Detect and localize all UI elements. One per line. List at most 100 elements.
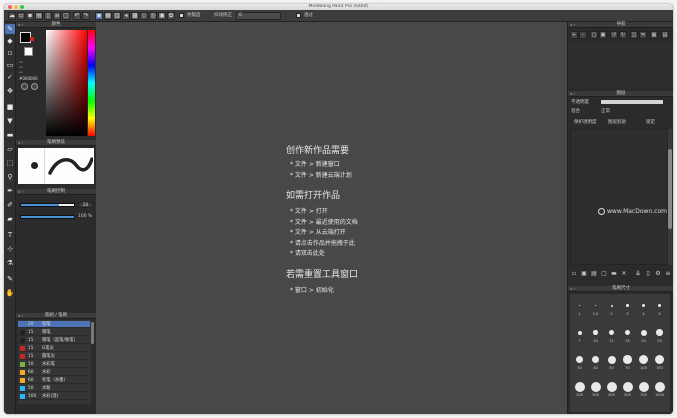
pen-tool-icon[interactable]: ✎ [5,24,15,34]
layer-settings-icon[interactable]: ⚙ [654,270,662,278]
protect-alpha-checkbox[interactable]: 保护透明度 [574,119,597,125]
brush-size-preset[interactable]: 1.5 [588,300,603,318]
divide-tool-icon[interactable]: ▰ [5,214,15,224]
redo-icon[interactable]: ↷ [82,12,90,20]
brush-size-preset[interactable]: 12 [604,327,619,345]
brush-size-preset[interactable]: 4 [636,300,651,318]
brush-list-item[interactable]: 10 水彩笔 [18,361,90,368]
welcome-item[interactable]: * 窗口 > 初始化 [286,285,334,294]
add-1bit-layer-icon[interactable]: ▤ [590,270,598,278]
merge-down-icon[interactable]: ⇊ [634,270,642,278]
brush-opacity-slider[interactable] [20,215,75,219]
perspective-icon[interactable]: ◇ [140,12,148,20]
brush-size-preset[interactable]: 300 [588,381,603,399]
duplicate-layer-icon[interactable]: ▢ [600,270,608,278]
panel-pin-icon[interactable]: ◂ ⌐ [18,313,25,319]
welcome-item[interactable]: * 文件 > 从云端打开 [286,227,346,236]
color-mode-option[interactable]: ▫▫ [19,70,28,74]
layer-opacity-slider[interactable] [601,100,663,104]
blend-mode-select[interactable]: 正常 [601,108,610,114]
brush-list-scrollbar[interactable] [91,320,94,404]
select-tool-icon[interactable]: ▭ [5,60,15,70]
brush-size-preset[interactable]: 2 [604,300,619,318]
actual-size-icon[interactable]: ▣ [599,31,607,39]
ruler-icon[interactable]: ▥ [113,12,121,20]
panel-pin-icon[interactable]: ◂ ⌐ [570,286,577,292]
brush-list-item[interactable]: 15 G笔尖 [18,345,90,352]
color-mode-option[interactable]: ▫▫ [19,60,28,64]
welcome-item[interactable]: * 文件 > 最近使用的文档 [286,217,358,226]
stabilizer-select[interactable]: 0 [236,12,281,20]
eraser-tool-icon[interactable]: ◆ [5,36,15,46]
zoom-out-icon[interactable]: - [579,31,587,39]
brush-size-preset[interactable]: 400 [604,381,619,399]
dot-tool-icon[interactable]: ▫ [5,48,15,58]
antialias-checkbox[interactable] [179,13,184,18]
brush-list-item[interactable]: 20 铅笔 [18,321,90,328]
brush-list-item[interactable]: 100 水彩(湿) [18,393,90,400]
reset-rotation-icon[interactable]: ◫ [630,31,638,39]
layer-move-up-icon[interactable]: ▯ [644,270,652,278]
ruler-tool-icon[interactable]: ✎ [5,274,15,284]
brush-size-value[interactable]: 20 [78,202,93,208]
add-layer-icon[interactable]: ▫ [570,270,578,278]
brush-list-item[interactable]: 15 钢笔 [18,329,90,336]
rotate-right-icon[interactable]: ↻ [619,31,627,39]
checkmark-tool-icon[interactable]: ✓ [5,72,15,82]
cloud-save-icon[interactable]: ▢ [62,12,70,20]
brush-size-preset[interactable]: 500 [620,381,635,399]
brush-size-preset[interactable]: 100 [636,354,651,372]
snap-grid-icon[interactable]: ▩ [131,12,139,20]
zoom-in-icon[interactable]: + [570,31,578,39]
background-color-swatch[interactable] [24,47,33,56]
snap-left-icon[interactable]: ◂ [122,12,130,20]
rotate-left-icon[interactable]: ↺ [610,31,618,39]
panel-pin-icon[interactable]: ◂ ⌐ [18,189,25,195]
file-icon[interactable]: ▯ [44,12,52,20]
lock-checkbox[interactable]: 锁定 [646,119,655,125]
cloud-icon[interactable]: ☁ [8,12,16,20]
brush-mode-icon[interactable]: ▪ [95,12,103,20]
panel-pin-icon[interactable]: ◂ ⌐ [570,91,577,97]
save-icon[interactable]: ▤ [35,12,43,20]
layer-folder-icon[interactable]: ▬ [610,270,618,278]
gradient-tool-icon[interactable]: ▬ [5,130,15,140]
layer-menu-icon[interactable]: ≡ [664,270,672,278]
panel-pin-icon[interactable]: ◂ ⌐ [18,140,25,146]
add-halftone-layer-icon[interactable]: ▣ [580,270,588,278]
scrollbar-thumb[interactable] [91,322,94,344]
welcome-item[interactable]: * 文件 > 新建云端计划 [286,170,352,179]
brush-size-preset[interactable]: 40 [588,354,603,372]
chat-icon[interactable]: ▪ [26,12,34,20]
magic-wand-tool-icon[interactable]: ⚲ [5,172,15,182]
fit-icon[interactable]: ▢ [590,31,598,39]
welcome-item[interactable]: * 请点击作品并拖拽于此 [286,238,355,247]
text-tool-icon[interactable]: T [5,230,15,240]
layers-icon[interactable]: ≡ [53,12,61,20]
selection-tool-icon[interactable]: ⬚ [5,158,15,168]
brush-size-preset[interactable]: 150 [652,354,667,372]
transparency-checkbox[interactable] [296,13,301,18]
brush-size-preset[interactable]: 3 [620,300,635,318]
welcome-item[interactable]: * 文件 > 打开 [286,206,328,215]
brush-size-preset[interactable]: 20 [636,327,651,345]
snap-options-icon[interactable]: ▣ [158,12,166,20]
brush-list-item[interactable]: 15 圆笔尖 [18,353,90,360]
brush-size-slider[interactable] [20,203,75,207]
operation-tool-icon[interactable]: ⊹ [5,244,15,254]
canvas-area[interactable]: 创作新作品需要 * 文件 > 新建窗口 * 文件 > 新建云端计划 如需打开作品… [96,22,567,414]
eyedropper-tool-icon[interactable]: ⚗ [5,258,15,268]
flip-icon[interactable]: ⇋ [639,31,647,39]
hand-tool-icon[interactable]: ✋ [5,288,15,298]
layer-list-scrollbar[interactable] [668,129,672,265]
navigator-preview[interactable] [568,42,673,87]
settings-gear-icon[interactable]: ✿ [167,12,175,20]
scrollbar-thumb[interactable] [668,149,672,229]
new-file-icon[interactable]: ▫ [17,12,25,20]
fill-rect-tool-icon[interactable]: ■ [5,102,15,112]
brush-size-preset[interactable]: 5 [652,300,667,318]
welcome-item[interactable]: * 文件 > 新建窗口 [286,159,340,168]
brush-size-preset[interactable]: 1 [572,300,587,318]
view-grid-icon[interactable]: ▦ [650,31,658,39]
welcome-item[interactable]: * 请双击此处 [286,248,325,257]
